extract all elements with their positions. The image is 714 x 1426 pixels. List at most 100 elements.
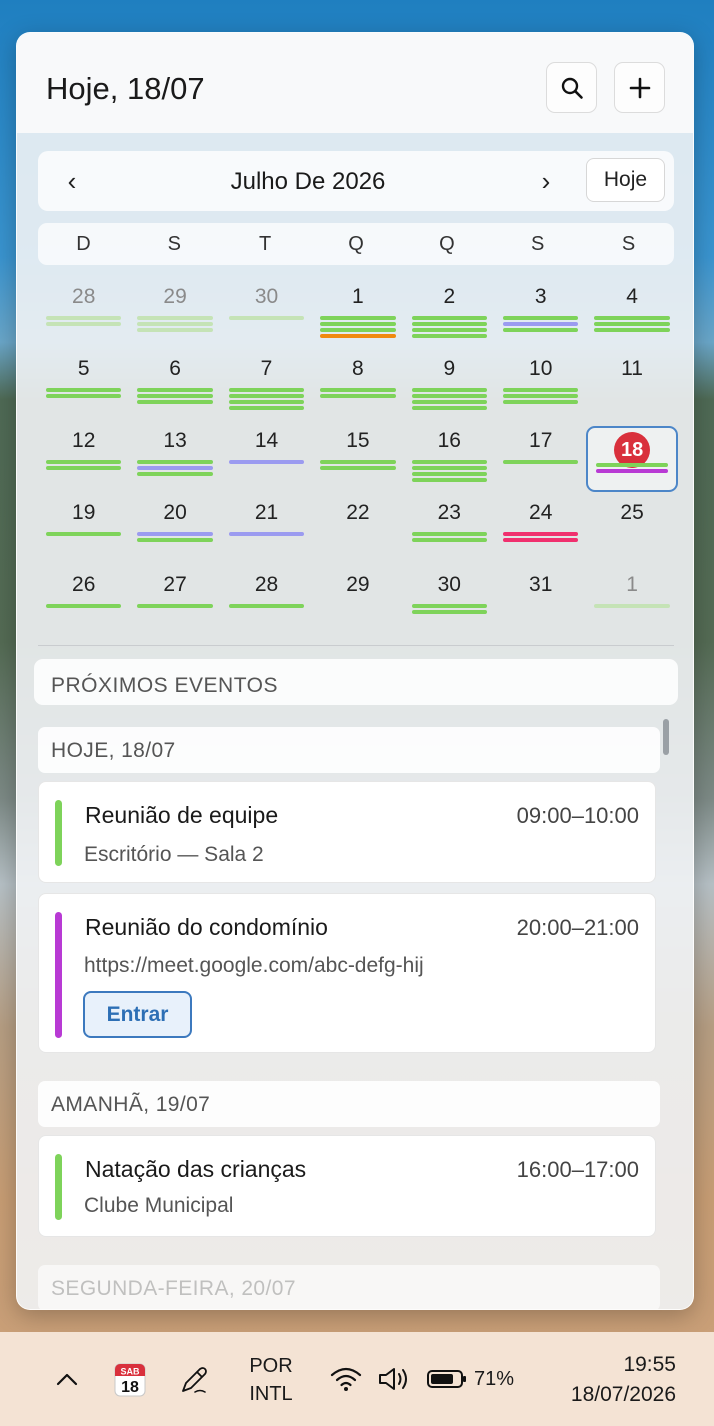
- calendar-day[interactable]: 1: [586, 567, 677, 639]
- calendar-day[interactable]: 5: [38, 351, 129, 423]
- day-number: 21: [254, 501, 279, 524]
- calendar-day[interactable]: 29: [129, 279, 220, 351]
- calendar-panel: Hoje, 18/07 ‹ Julho De 2026 › Hoje D S T…: [16, 32, 694, 1310]
- weekday-label: S: [531, 232, 545, 255]
- event-indicator-bar: [411, 334, 487, 338]
- calendar-day[interactable]: 20: [129, 495, 220, 567]
- event-indicator-bar: [228, 400, 305, 404]
- calendar-day[interactable]: 26: [38, 567, 129, 639]
- event-indicator-bar: [411, 532, 487, 536]
- volume-button[interactable]: [376, 1364, 414, 1394]
- event-indicator-bar: [137, 538, 213, 542]
- event-indicator-bar: [228, 316, 305, 320]
- calendar-day[interactable]: 4: [586, 279, 677, 351]
- calendar-day[interactable]: 13: [129, 423, 220, 495]
- event-indicator-bar: [137, 604, 213, 608]
- event-indicators: [320, 460, 396, 472]
- calendar-day[interactable]: 28: [38, 279, 129, 351]
- event-indicator-bar: [503, 538, 579, 542]
- event-indicators: [503, 532, 579, 544]
- event-indicator-bar: [228, 460, 305, 464]
- today-button[interactable]: Hoje: [586, 158, 665, 202]
- event-indicator-bar: [503, 316, 579, 320]
- wifi-status-button[interactable]: [328, 1364, 364, 1394]
- event-indicator-bar: [46, 322, 122, 326]
- calendar-app-icon[interactable]: SAB 18: [110, 1360, 150, 1400]
- calendar-day[interactable]: 17: [495, 423, 586, 495]
- day-number: 24: [529, 501, 553, 524]
- calendar-day[interactable]: 31: [495, 567, 586, 639]
- clock-button[interactable]: 19:55 18/07/2026: [516, 1350, 676, 1410]
- upcoming-events-header: PRÓXIMOS EVENTOS: [34, 659, 678, 705]
- event-indicator-bar: [503, 400, 579, 404]
- calendar-day[interactable]: 1: [312, 279, 403, 351]
- calendar-day[interactable]: 15: [312, 423, 403, 495]
- add-event-button[interactable]: [614, 62, 665, 113]
- calendar-day[interactable]: 11: [586, 351, 677, 423]
- calendar-day[interactable]: 19: [38, 495, 129, 567]
- day-number: 29: [163, 285, 187, 308]
- weekday-label: S: [621, 232, 636, 255]
- event-title: Reunião de equipe: [85, 802, 279, 828]
- day-number: 15: [346, 429, 370, 452]
- calendar-day[interactable]: 25: [586, 495, 677, 567]
- join-meeting-button[interactable]: Entrar: [83, 991, 192, 1038]
- event-card[interactable]: Natação das crianças 16:00–17:00 Clube M…: [38, 1135, 656, 1237]
- calendar-week-row: 19 20 21 22 23 24 25: [38, 495, 678, 567]
- calendar-day[interactable]: 12: [38, 423, 129, 495]
- event-color-bar: [55, 800, 62, 866]
- calendar-day-selected[interactable]: 18: [586, 426, 678, 492]
- calendar-day[interactable]: 2: [404, 279, 495, 351]
- battery-status-button[interactable]: 71%: [426, 1364, 514, 1394]
- event-indicator-bar: [411, 604, 487, 608]
- calendar-day[interactable]: 29: [312, 567, 403, 639]
- event-time: 16:00–17:00: [516, 1157, 639, 1182]
- day-number: 28: [72, 285, 96, 308]
- day-number: 3: [534, 285, 547, 308]
- calendar-day[interactable]: 30: [221, 279, 312, 351]
- calendar-day[interactable]: 27: [129, 567, 220, 639]
- day-number: 13: [163, 429, 187, 452]
- day-number: 26: [72, 573, 96, 596]
- event-meeting-link[interactable]: https://meet.google.com/abc-defg-hij: [84, 954, 424, 978]
- calendar-day[interactable]: 8: [312, 351, 403, 423]
- calendar-day[interactable]: 23: [404, 495, 495, 567]
- event-indicator-bar: [46, 460, 122, 464]
- calendar-day[interactable]: 21: [221, 495, 312, 567]
- event-indicator-bar: [503, 322, 579, 326]
- day-number: 2: [443, 285, 456, 308]
- event-title: Natação das crianças: [85, 1156, 307, 1182]
- event-indicators: [137, 460, 213, 478]
- calendar-day[interactable]: 24: [495, 495, 586, 567]
- event-card[interactable]: Reunião do condomínio 20:00–21:00 https:…: [38, 893, 656, 1053]
- event-indicators: [411, 460, 487, 484]
- calendar-day[interactable]: 3: [495, 279, 586, 351]
- calendar-day[interactable]: 7: [221, 351, 312, 423]
- next-month-button[interactable]: ›: [530, 165, 562, 197]
- search-button[interactable]: [546, 62, 597, 113]
- event-indicator-bar: [594, 604, 670, 608]
- scrollbar-thumb[interactable]: [663, 719, 669, 755]
- calendar-day[interactable]: 16: [404, 423, 495, 495]
- previous-month-button[interactable]: ‹: [56, 165, 88, 197]
- event-indicator-bar: [137, 460, 213, 464]
- event-indicator-bar: [137, 322, 213, 326]
- calendar-day[interactable]: 9: [404, 351, 495, 423]
- show-hidden-icons-button[interactable]: [50, 1362, 84, 1396]
- event-indicator-bar: [503, 328, 579, 332]
- calendar-day[interactable]: 6: [129, 351, 220, 423]
- calendar-day[interactable]: 30: [404, 567, 495, 639]
- event-indicator-bar: [137, 388, 213, 392]
- event-indicators: [228, 316, 305, 322]
- calendar-day[interactable]: 28: [221, 567, 312, 639]
- pen-menu-button[interactable]: [174, 1360, 214, 1400]
- input-language-indicator[interactable]: POR INTL: [236, 1352, 306, 1408]
- calendar-day[interactable]: 10: [495, 351, 586, 423]
- event-indicator-bar: [228, 406, 305, 410]
- day-number: 31: [529, 573, 553, 596]
- event-card[interactable]: Reunião de equipe 09:00–10:00 Escritório…: [38, 781, 656, 883]
- calendar-day[interactable]: 22: [312, 495, 403, 567]
- calendar-day[interactable]: 14: [221, 423, 312, 495]
- day-number: 28: [254, 573, 279, 596]
- day-group-header: HOJE, 18/07: [38, 727, 660, 773]
